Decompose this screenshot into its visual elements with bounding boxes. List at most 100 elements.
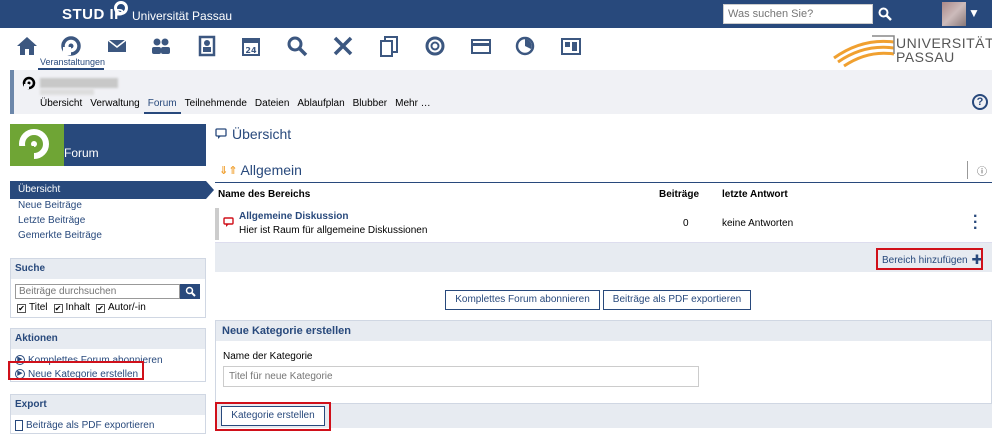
sidebar-search: Suche ✔Titel ✔Inhalt ✔Autor/-in (10, 258, 206, 318)
forum-search-button[interactable] (180, 284, 200, 299)
course-subtitle-redacted (40, 89, 94, 95)
check-inhalt[interactable]: ✔ Inhalt (53, 302, 90, 313)
search-icon (185, 286, 196, 297)
category-name-label: Name der Kategorie (223, 351, 313, 362)
sidebar-item-neue-beitraege[interactable]: Neue Beiträge (10, 199, 206, 214)
uni-logo-line2: PASSAU (896, 49, 955, 65)
export-title: Export (11, 395, 205, 415)
global-search-input[interactable] (723, 4, 873, 24)
dashboard-icon[interactable] (560, 35, 582, 57)
checkbox-checked-icon[interactable]: ✔ (53, 304, 63, 313)
community-icon[interactable] (150, 35, 172, 57)
checkbox-checked-icon[interactable]: ✔ (17, 304, 26, 313)
profile-icon[interactable] (196, 35, 218, 57)
new-category-title: Neue Kategorie erstellen (216, 321, 991, 341)
tab-dateien[interactable]: Dateien (251, 98, 293, 114)
tab-verwaltung[interactable]: Verwaltung (86, 98, 143, 114)
column-header-letzte-antwort: letzte Antwort (722, 189, 788, 200)
tab-blubber[interactable]: Blubber (349, 98, 391, 114)
create-category-bar (215, 404, 992, 428)
nav-label-veranstaltungen[interactable]: Veranstaltungen (40, 57, 105, 67)
search-title: Suche (11, 259, 205, 279)
lifesaver-icon[interactable] (424, 35, 446, 57)
column-header-beitraege: Beiträge (659, 189, 700, 200)
forum-logo (10, 124, 64, 166)
category-title: ⇓⇑ Allgemein (219, 162, 302, 178)
export-pdf-button[interactable]: Beiträge als PDF exportieren (603, 290, 751, 310)
forum-search-input[interactable] (15, 284, 180, 299)
sidebar-item-gemerkte-beitraege[interactable]: Gemerkte Beiträge (10, 229, 206, 244)
tab-ablaufplan[interactable]: Ablaufplan (293, 98, 348, 114)
new-category-form: Neue Kategorie erstellen Name der Katego… (215, 320, 992, 404)
course-context-bar: Übersicht Verwaltung Forum Teilnehmende … (10, 70, 992, 114)
check-label: Autor/-in (108, 302, 146, 313)
check-titel[interactable]: ✔ Titel (17, 302, 48, 313)
sidebar-title: Forum (64, 146, 99, 160)
info-icon[interactable]: ⓘ (967, 161, 987, 179)
sidebar-item-letzte-beitraege[interactable]: Letzte Beiträge (10, 214, 206, 229)
tab-mehr[interactable]: Mehr … (391, 98, 435, 114)
category-name-input[interactable] (223, 366, 699, 387)
active-arrow (206, 181, 214, 199)
seminar-icon (22, 76, 36, 90)
search-icon (878, 7, 892, 21)
sidebar-export: Export Beiträge als PDF exportieren (10, 394, 206, 434)
seminar-icon[interactable] (60, 35, 82, 57)
search-icon[interactable] (286, 35, 308, 57)
category-name: Allgemein (240, 162, 302, 178)
area-title-link[interactable]: Allgemeine Diskussion (239, 211, 348, 222)
mail-icon[interactable] (106, 35, 128, 57)
table-row[interactable]: Allgemeine Diskussion Hier ist Raum für … (215, 205, 992, 243)
forum-icon (18, 129, 49, 160)
highlight-box (215, 402, 331, 431)
chevron-down-icon[interactable]: ▼ (968, 6, 980, 20)
checkbox-checked-icon[interactable]: ✔ (96, 304, 105, 313)
course-tabs: Übersicht Verwaltung Forum Teilnehmende … (36, 98, 435, 114)
sidebar-header: Forum (10, 124, 206, 166)
action-label: Beiträge als PDF exportieren (26, 419, 155, 431)
tab-forum[interactable]: Forum (143, 98, 181, 114)
actions-title: Aktionen (11, 329, 205, 349)
check-label: Titel (29, 302, 48, 313)
course-name-redacted (40, 78, 118, 88)
page-title: Übersicht (215, 126, 291, 142)
area-description: Hier ist Raum für allgemeine Diskussione… (239, 225, 428, 236)
studip-logo-mark (114, 1, 128, 15)
area-post-count: 0 (683, 218, 689, 229)
more-options-icon[interactable]: · · · (973, 209, 978, 237)
tab-uebersicht[interactable]: Übersicht (36, 98, 86, 114)
area-last-reply: keine Antworten (722, 218, 794, 229)
highlight-box (876, 248, 983, 270)
pdf-file-icon (15, 419, 23, 431)
column-header-name: Name des Bereichs (218, 189, 311, 200)
check-label: Inhalt (65, 302, 90, 313)
uni-logo-line1: UNIVERSITÄT (896, 35, 992, 51)
action-export-pdf[interactable]: Beiträge als PDF exportieren (11, 418, 205, 432)
category-header: ⇓⇑ Allgemein ⓘ (215, 157, 992, 183)
stats-icon[interactable] (514, 35, 536, 57)
top-bar: STUD IP Universität Passau ▼ (0, 0, 992, 28)
global-search-button[interactable] (874, 4, 896, 24)
help-icon[interactable]: ? (972, 94, 988, 110)
forum-thread-icon (223, 217, 234, 227)
subscribe-forum-button[interactable]: Komplettes Forum abonnieren (445, 290, 600, 310)
calendar-icon[interactable]: 24 (240, 35, 262, 57)
main-navigation: 24 Veranstaltungen UNIVERSITÄT PASSAU (0, 28, 992, 70)
tools-icon[interactable] (332, 35, 354, 57)
home-icon[interactable] (16, 35, 38, 57)
check-autor[interactable]: ✔ Autor/-in (96, 302, 146, 313)
sidebar-item-uebersicht[interactable]: Übersicht (10, 181, 206, 199)
calendar-day: 24 (245, 46, 257, 55)
search-options: ✔ Titel ✔ Inhalt ✔ Autor/-in (17, 302, 146, 313)
chat-bubble-icon (215, 128, 227, 139)
user-avatar[interactable] (942, 2, 966, 26)
card-icon[interactable] (470, 35, 492, 57)
sidebar-menu: Übersicht Neue Beiträge Letzte Beiträge … (10, 181, 214, 244)
files-icon[interactable] (378, 35, 400, 57)
highlight-box (8, 361, 144, 380)
tab-teilnehmende[interactable]: Teilnehmende (181, 98, 251, 114)
university-logo-text: UNIVERSITÄT PASSAU (896, 36, 992, 64)
drag-handle[interactable] (215, 208, 219, 240)
page-title-text: Übersicht (232, 126, 292, 142)
move-arrows-icon[interactable]: ⇓⇑ (219, 164, 237, 177)
